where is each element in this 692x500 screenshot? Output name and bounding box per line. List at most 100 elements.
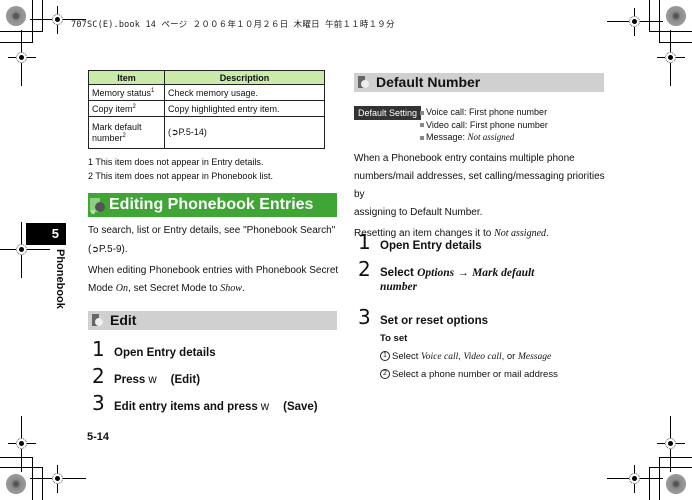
registration-disc-bottom-left (6, 474, 26, 494)
options-table: Item Description Memory status1 Check me… (88, 70, 325, 149)
page-number: 5-14 (87, 431, 110, 443)
description-text: When a Phonebook entry contains multiple… (354, 153, 575, 164)
registration-disc-top-right (666, 6, 686, 26)
section-title: Edit (110, 312, 137, 328)
description-text: numbers/mail addresses, set calling/mess… (354, 171, 605, 200)
softkey-icon: w (260, 401, 270, 413)
registration-mark (30, 6, 86, 34)
step-text: Open Entry details (114, 347, 216, 359)
bullet-icon (420, 110, 424, 115)
menu-option: Mark default (472, 267, 535, 279)
footnote: 1 This item does not appear in Entry det… (88, 157, 264, 167)
page-reference-link[interactable]: P.5-9). (99, 244, 128, 255)
default-step-2: 2 Select Options → Mark default (358, 259, 534, 279)
to-set-step-2: 2 Select a phone number or mail address (380, 366, 558, 383)
table-header-row: Item Description (88, 70, 325, 85)
step-number: 1 (358, 230, 371, 254)
menu-option: Options (417, 267, 455, 279)
chapter-label: Phonebook (54, 249, 66, 309)
step-text: Press (114, 374, 146, 386)
section-heading-editing: Editing Phonebook Entries (88, 193, 337, 217)
step-text: Set or reset options (380, 315, 488, 327)
default-value: Not assigned (467, 132, 515, 142)
table-cell-description: Check memory usage. (164, 84, 325, 101)
default-step-3: 3 Set or reset options (358, 307, 488, 327)
table-row: Mark default number2 (➲P.5-14) (88, 116, 325, 149)
page-reference-link[interactable]: P.5-14) (179, 127, 207, 137)
step-action: (Edit) (170, 374, 201, 386)
text: Select (392, 351, 422, 362)
setting-value: Show (220, 283, 242, 294)
step-number: 3 (358, 305, 371, 329)
list-item: Voice call: First phone number (420, 106, 548, 119)
step-number: 2 (92, 364, 105, 388)
registration-mark (657, 30, 685, 86)
footnote-ref: 1 (151, 87, 155, 94)
intro-text: To search, list or Entry details, see "P… (88, 225, 336, 236)
step-action: (Save) (283, 401, 318, 413)
editing-intro: To search, list or Entry details, see "P… (88, 222, 340, 298)
step-text: Edit entry items and press (114, 401, 258, 413)
section-mark-icon (92, 314, 103, 326)
arrow-right-icon: → (457, 267, 469, 279)
circled-number-icon: 1 (380, 351, 390, 362)
setting-value: Not assigned (494, 228, 547, 239)
section-heading-edit: Edit (88, 311, 337, 330)
circled-number-icon: 2 (380, 369, 390, 380)
step-number: 1 (92, 337, 105, 361)
table-cell-item: Mark default number2 (88, 116, 165, 149)
registration-mark (607, 465, 663, 493)
bullet-icon (420, 135, 424, 140)
to-set-step-1: 1 Select Voice call, Video call, or Messa… (380, 348, 551, 366)
registration-mark (8, 416, 36, 472)
bullet-icon (420, 123, 424, 128)
reference-arrow-icon: ➲ (91, 244, 99, 254)
reference-arrow-icon: ➲ (171, 127, 179, 137)
footnote: 2 This item does not appear in Phonebook… (88, 171, 273, 181)
registration-mark (8, 30, 36, 86)
default-setting-label: Default Setting (354, 106, 422, 120)
footnotes: 1 This item does not appear in Entry det… (88, 155, 273, 183)
edit-step-2: 2 Press w (Edit) (92, 366, 200, 386)
section-title: Default Number (376, 74, 481, 90)
item-label: Memory status (92, 87, 152, 98)
menu-option: Video call (463, 352, 502, 362)
default-step-1: 1 Open Entry details (358, 232, 482, 252)
step-text: Open Entry details (380, 240, 482, 252)
text: , set Secret Mode to (128, 283, 221, 294)
default-label: Message: (426, 132, 468, 142)
section-heading-default-number: Default Number (354, 73, 604, 92)
intro-text: When editing Phonebook entries with Phon… (88, 265, 339, 276)
text: . (241, 283, 245, 294)
default-settings-list: Voice call: First phone number Video cal… (420, 106, 548, 144)
edit-step-1: 1 Open Entry details (92, 339, 216, 359)
registration-disc-top-left (6, 6, 26, 26)
section-mark-icon (358, 76, 369, 88)
print-header: 707SC(E).book 14 ページ ２００６年１０月２６日 木曜日 午前１… (71, 20, 395, 30)
intro-text: Mode On, set Secret Mode to Show. (88, 280, 340, 298)
text: Mode (88, 283, 116, 294)
table-cell-description: Copy highlighted entry item. (164, 100, 325, 117)
to-set-label: To set (380, 333, 408, 344)
menu-option: number (380, 281, 418, 293)
default-value: Voice call: First phone number (426, 107, 548, 117)
step-number: 3 (92, 391, 105, 415)
menu-option: Message (517, 352, 552, 362)
text: , or (501, 351, 518, 362)
setting-value: On (115, 283, 129, 294)
table-cell-description: (➲P.5-14) (164, 116, 325, 149)
list-item: Video call: First phone number (420, 119, 548, 132)
table-row: Copy item2 Copy highlighted entry item. (88, 100, 325, 117)
item-label: Mark default number (92, 121, 142, 143)
table-header-item: Item (88, 70, 165, 85)
softkey-icon: w (148, 374, 157, 386)
table-header-description: Description (164, 70, 325, 85)
description-text: assigning to Default Number. (354, 207, 483, 218)
list-item: Message: Not assigned (420, 131, 548, 144)
step-text: Select (380, 267, 414, 279)
registration-mark (657, 416, 685, 472)
registration-mark (30, 465, 86, 493)
default-step-2-cont: number (380, 281, 417, 293)
registration-mark (607, 8, 663, 36)
section-title: Editing Phonebook Entries (109, 196, 314, 213)
